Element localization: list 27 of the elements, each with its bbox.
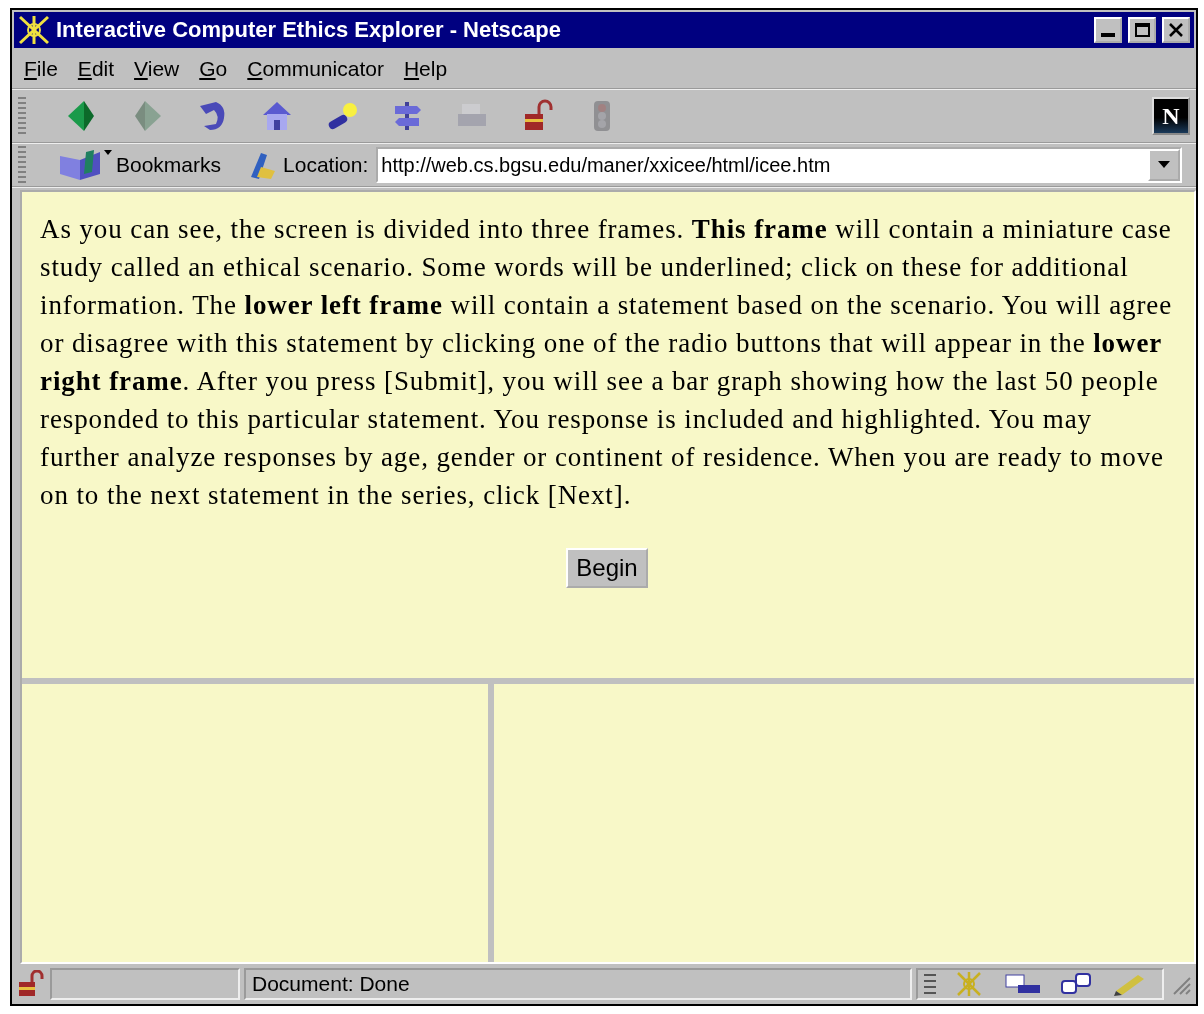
close-button[interactable] [1162,17,1190,43]
minimize-icon [1100,33,1116,37]
minimize-button[interactable] [1094,17,1122,43]
menu-item[interactable]: Communicator [247,57,384,81]
menu-item[interactable]: View [134,57,180,81]
bookmarks-button[interactable]: Bookmarks [58,148,222,182]
book-icon [58,148,112,182]
status-text: Document: Done [244,968,912,1000]
location-label: Location: [283,153,369,177]
app-icon [18,15,50,45]
menu-item[interactable]: File [24,57,58,81]
maximize-button[interactable] [1128,17,1156,43]
begin-button[interactable]: Begin [566,548,648,588]
menu-item[interactable]: Go [199,57,228,81]
maximize-icon [1134,22,1150,38]
grip-icon [924,971,936,997]
padlock-icon[interactable] [16,970,46,998]
window-title: Interactive Computer Ethics Explorer - Netscape [56,17,562,43]
chat-bubbles-icon[interactable] [1060,971,1094,997]
close-icon [1168,22,1184,38]
menu-item[interactable]: Help [403,57,448,81]
location-field[interactable]: http://web.cs.bgsu.edu/maner/xxicee/html/icee.htm [376,147,1182,183]
dropdown-arrow-icon [1158,161,1170,169]
menu-item[interactable]: Edit [77,57,115,81]
dropdown-button[interactable] [1148,149,1180,181]
netscape-logo[interactable]: N [1152,97,1190,135]
instructions-paragraph: As you can see, the screen is divided into three frames. This frame will contain a miniature case study called an ethical scenario. Some words will be underlined; click on these for additional information. The lower left frame will contain a statement based on the scenario. You will agree or disagree with this statement by clicking one of the radio buttons that will appear in the lower right frame. After you press [Submit], you will see a bar graph showing how the last 50 people responded to this particular statement. You response is included and highlighted. You may further analyze responses by age, gender or continent of residence. When you are ready to move on to the next statement in the series, click [Next]. [40,213,1174,512]
